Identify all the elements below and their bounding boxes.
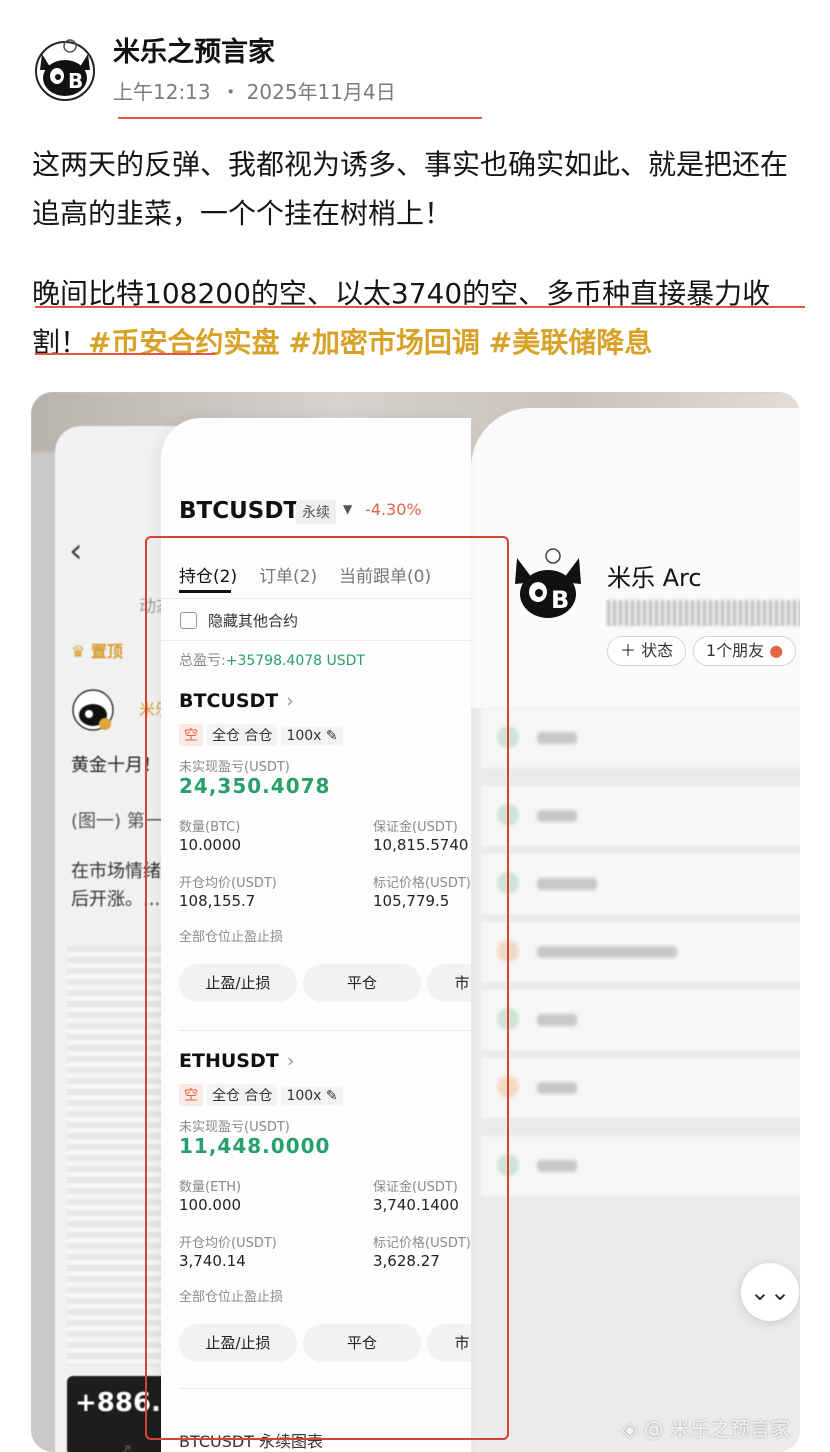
back-icon[interactable]: ‹ — [69, 531, 83, 571]
handdrawn-underline — [118, 117, 482, 119]
list-item — [481, 708, 800, 768]
list-item — [481, 1136, 800, 1196]
scroll-down-icon[interactable]: ⌄⌄ — [741, 1263, 799, 1321]
svg-text:B: B — [68, 69, 83, 93]
status-button[interactable]: ＋ 状态 — [607, 636, 687, 666]
list-label — [537, 732, 577, 744]
list-label — [537, 1014, 577, 1026]
author-avatar[interactable]: B — [30, 36, 100, 102]
watermark: ◈ @ 米乐之预言家 — [622, 1417, 791, 1441]
profile-avatar: B — [515, 548, 581, 618]
profile-name: 米乐 Arc — [607, 564, 702, 592]
list-item — [481, 922, 800, 982]
avatar — [72, 689, 114, 731]
handdrawn-underline — [35, 353, 215, 355]
post-body: 这两天的反弹、我都视为诱多、事实也确实如此、就是把还在追高的韭菜，一个个挂在树梢… — [32, 140, 812, 367]
dropdown-triangle-icon[interactable]: ▼ — [343, 502, 352, 516]
post-timestamp: 上午12:13 ・ 2025年11月4日 — [113, 76, 396, 105]
friends-label: 1个朋友 — [706, 641, 765, 660]
price-change: -4.30% — [365, 500, 422, 519]
perpetual-badge: 永续 — [296, 500, 336, 524]
share-icon: ↗ — [119, 1440, 133, 1452]
post-paragraph: 这两天的反弹、我都视为诱多、事实也确实如此、就是把还在追高的韭菜，一个个挂在树梢… — [32, 148, 789, 230]
list-item — [481, 1058, 800, 1118]
post-date: 2025年11月4日 — [246, 80, 396, 104]
list-item — [481, 854, 800, 914]
notification-dot-icon: ● — [769, 641, 784, 660]
author-name[interactable]: 米乐之预言家 — [113, 30, 275, 69]
friends-button[interactable]: 1个朋友 ● — [693, 636, 797, 666]
meta-separator: ・ — [220, 80, 241, 104]
blurred-id — [607, 600, 800, 626]
hashtag-link[interactable]: #加密市场回调 — [288, 326, 479, 359]
list-item — [481, 990, 800, 1050]
list-label — [537, 810, 577, 822]
post-time: 上午12:13 — [113, 80, 211, 104]
pinned-label: 置顶 — [90, 642, 123, 661]
hashtag-link[interactable]: #美联储降息 — [489, 326, 652, 359]
list-label — [537, 946, 677, 958]
highlight-box — [145, 536, 509, 1440]
handdrawn-underline — [35, 306, 805, 308]
svg-text:B: B — [551, 586, 569, 614]
app-card-profile: B 米乐 Arc ＋ 状态 1个朋友 ● ⌄⌄ — [471, 408, 800, 1452]
list-item — [481, 786, 800, 846]
list-label — [537, 1160, 577, 1172]
list-label — [537, 878, 597, 890]
contract-symbol[interactable]: BTCUSDT — [179, 498, 299, 524]
pinned-badge: ♛ 置顶 — [71, 642, 123, 661]
list-label — [537, 1082, 577, 1094]
